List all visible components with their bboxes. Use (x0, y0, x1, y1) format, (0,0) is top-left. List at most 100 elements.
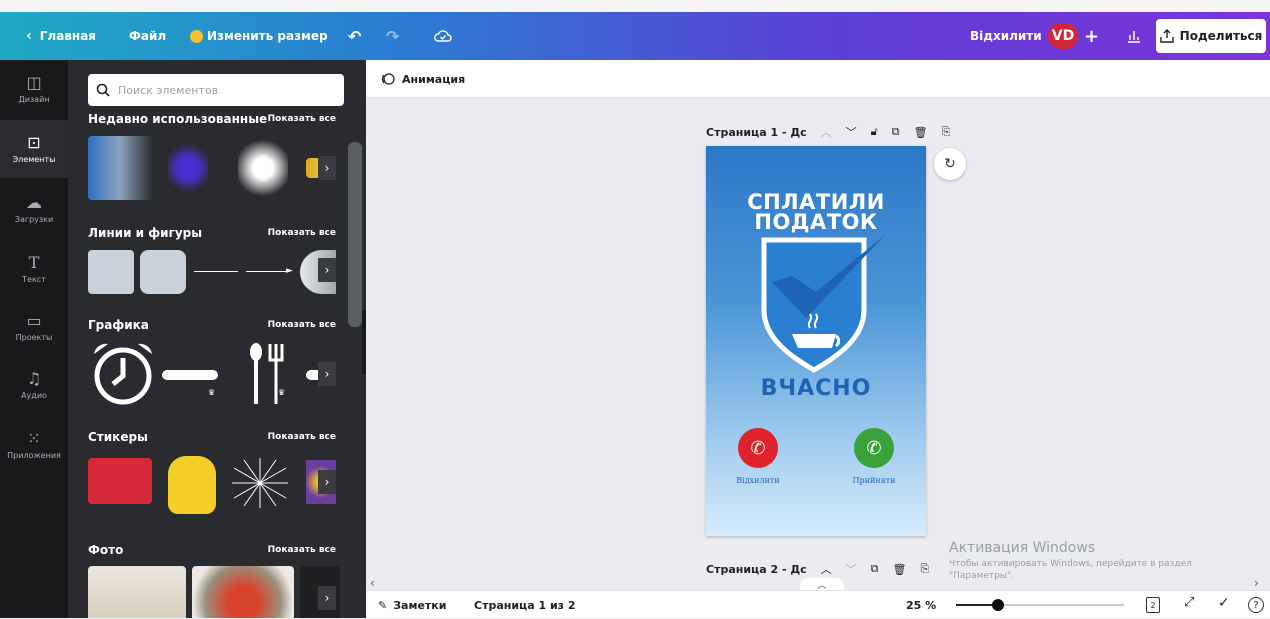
crown-icon (190, 29, 203, 43)
chevron-down-icon[interactable]: ﹀ (846, 561, 857, 577)
decline-label: Відхилити (736, 476, 780, 485)
rail-item-design[interactable]: ◫ Дизайн (0, 60, 68, 118)
check-shield-logo (761, 234, 886, 373)
zoom-slider[interactable] (956, 599, 1124, 611)
bottom-bar: ✎ Заметки Страница 1 из 2 25 % 2 ⤢ ✓ ? (366, 590, 1270, 618)
bar-graphic[interactable] (162, 370, 218, 380)
layout-icon: ◫ (26, 73, 42, 92)
show-all-lines[interactable]: Показать все (268, 228, 336, 238)
chevron-down-icon[interactable]: ﹀ (846, 124, 857, 140)
fullscreen-icon[interactable]: ⤢ (1184, 595, 1194, 610)
cloud-upload-icon: ☁ (26, 193, 42, 212)
design-headline: СПЛАТИЛИ ПОДАТОК (747, 190, 885, 234)
recent-thumb-gradient[interactable] (88, 136, 152, 200)
folder-icon: ▭ (26, 311, 42, 330)
section-title-recent: Недавно использованные (88, 112, 268, 126)
scroll-right-icon[interactable]: › (1254, 576, 1259, 590)
avatar[interactable]: VD (1048, 12, 1078, 60)
show-all-photos[interactable]: Показать все (268, 545, 336, 555)
add-page-icon[interactable]: ⎘ (942, 125, 951, 139)
page-grid-button[interactable]: 2 (1146, 597, 1160, 613)
show-all-recent[interactable]: Показать все (268, 114, 336, 124)
share-button[interactable]: Поделиться (1156, 19, 1266, 53)
animation-button[interactable]: Анимация (380, 60, 465, 98)
hand-sticker[interactable] (168, 456, 216, 514)
page-2-title[interactable]: Страница 2 - Дс (706, 563, 807, 576)
undo-icon[interactable]: ↶ (348, 12, 361, 60)
window-top-strip (0, 0, 1270, 12)
shape-rounded-square[interactable] (140, 250, 186, 294)
add-page-icon[interactable]: ⎘ (920, 562, 929, 576)
chevron-right-icon[interactable]: › (318, 586, 336, 610)
chevron-up-icon[interactable]: ︿ (821, 561, 832, 577)
resize-button[interactable]: Изменить размер (190, 12, 328, 60)
section-title-stickers: Стикеры (88, 430, 148, 444)
shape-line[interactable] (194, 271, 238, 272)
crown-icon: ♛ (208, 388, 216, 397)
trash-icon[interactable]: 🗑︎ (914, 126, 928, 139)
add-member-icon[interactable]: + (1084, 12, 1099, 60)
shape-arrow-line[interactable] (246, 271, 288, 272)
analytics-icon[interactable] (1126, 12, 1142, 60)
file-menu[interactable]: Файл (129, 12, 166, 60)
rail-item-apps[interactable]: ⁙ Приложения (0, 416, 68, 474)
music-icon: ♫ (26, 369, 42, 388)
trash-icon[interactable]: 🗑︎ (893, 563, 907, 576)
rail-item-audio[interactable]: ♫ Аудио (0, 356, 68, 414)
lock-icon[interactable]: 🔓︎ (871, 125, 878, 139)
arrow-head-icon: ► (286, 266, 293, 276)
scroll-left-icon[interactable]: ‹ (370, 576, 375, 590)
photo-thumb-dish[interactable] (192, 566, 294, 618)
home-button[interactable]: ‹ Главная (26, 12, 96, 60)
design-page-1[interactable]: СПЛАТИЛИ ПОДАТОК ВЧАСНО ✆ ✆ Відхилити Пр… (706, 146, 926, 536)
duplicate-icon[interactable]: ⧉ (892, 125, 900, 139)
chevron-right-icon[interactable]: › (318, 362, 336, 386)
show-all-stickers[interactable]: Показать все (268, 432, 336, 442)
duplicate-icon[interactable]: ⧉ (871, 562, 879, 576)
secondary-toolbar: Анимация (366, 60, 1270, 98)
notes-icon: ✎ (378, 598, 388, 612)
upload-icon (1159, 29, 1174, 43)
animation-icon (381, 73, 395, 85)
shape-square[interactable] (88, 250, 134, 294)
page-2-header: Страница 2 - Дс ︿ ﹀ ⧉ 🗑︎ ⎘ (706, 561, 929, 577)
alarm-clock-graphic[interactable] (88, 340, 158, 406)
apps-grid-icon: ⁙ (27, 429, 41, 448)
zoom-slider-knob[interactable] (992, 599, 1004, 611)
page-1-header: Страница 1 - Дс ︿ ﹀ 🔓︎ ⧉ 🗑︎ ⎘ (706, 124, 950, 140)
chevron-right-icon[interactable]: › (318, 258, 336, 282)
rail-item-text[interactable]: T Текст (0, 240, 68, 298)
accept-call-icon: ✆ (854, 428, 894, 468)
redo-icon[interactable]: ↷ (386, 12, 399, 60)
page-counter[interactable]: Страница 1 из 2 (474, 591, 576, 619)
left-rail: ◫ Дизайн ⊡ Элементы ☁ Загрузки T Текст ▭… (0, 60, 68, 618)
section-title-lines: Линии и фигуры (88, 226, 203, 240)
page-1-title[interactable]: Страница 1 - Дс (706, 126, 807, 139)
burst-sticker[interactable] (232, 458, 288, 508)
photo-thumb-flowers[interactable] (88, 566, 186, 618)
top-bar: ‹ Главная Файл Изменить размер ↶ ↷ Відхи… (0, 12, 1270, 60)
rail-item-elements[interactable]: ⊡ Элементы (0, 120, 68, 178)
reject-button[interactable]: Відхилити (970, 12, 1042, 60)
elements-panel: Поиск элементов Недавно использованные П… (68, 60, 366, 618)
scrollbar-thumb[interactable] (348, 142, 362, 327)
section-title-photos: Фото (88, 543, 124, 557)
chevron-up-icon[interactable]: ︿ (821, 124, 832, 140)
search-input[interactable]: Поиск элементов (88, 74, 344, 106)
refresh-icon[interactable]: ↻ (934, 148, 966, 180)
recent-thumb-white-blur[interactable] (238, 136, 288, 200)
zoom-level[interactable]: 25 % (906, 591, 936, 619)
notes-button[interactable]: ✎ Заметки (378, 591, 446, 619)
chevron-right-icon[interactable]: › (318, 470, 336, 494)
cloud-saved-icon[interactable] (434, 12, 452, 60)
accept-label: Прийняти (852, 476, 896, 485)
chevron-right-icon[interactable]: › (318, 156, 336, 180)
help-icon[interactable]: ? (1248, 597, 1264, 613)
rail-item-projects[interactable]: ▭ Проекты (0, 298, 68, 356)
check-circle-icon[interactable]: ✓ (1218, 595, 1230, 611)
valentine-sticker[interactable] (88, 458, 152, 504)
rail-item-uploads[interactable]: ☁ Загрузки (0, 180, 68, 238)
show-all-graphics[interactable]: Показать все (268, 320, 336, 330)
recent-thumb-blob[interactable] (168, 140, 208, 196)
search-icon (96, 83, 110, 97)
